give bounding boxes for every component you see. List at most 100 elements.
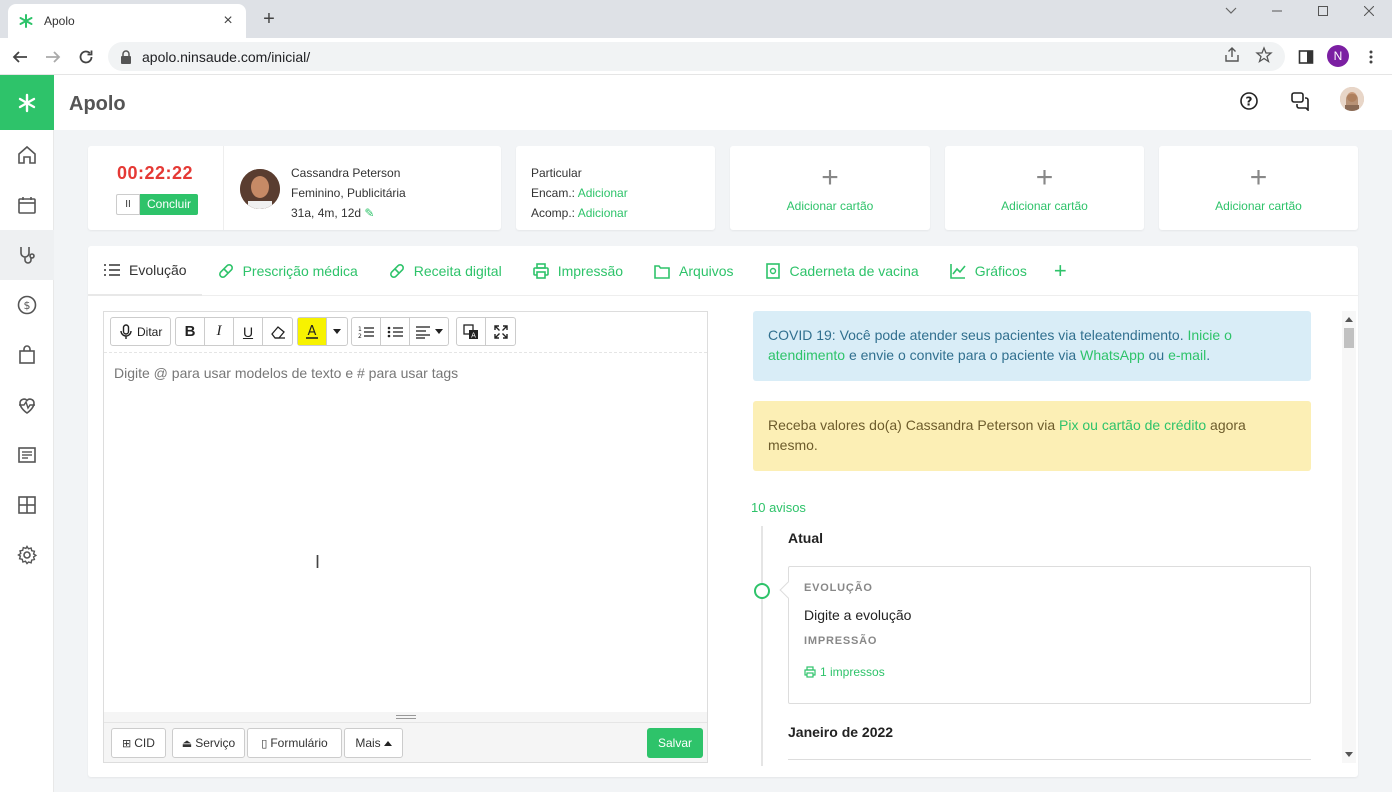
timeline-current-header: Atual bbox=[788, 530, 823, 546]
ordered-list-button[interactable]: 12 bbox=[352, 318, 381, 345]
pix-card-link[interactable]: Pix ou cartão de crédito bbox=[1059, 417, 1206, 433]
user-avatar[interactable] bbox=[1340, 87, 1364, 111]
ordered-list-icon: 12 bbox=[358, 326, 374, 339]
sidebar-item-calendar[interactable] bbox=[0, 180, 54, 230]
browser-tab-title: Apolo bbox=[44, 14, 75, 28]
list-group: 12 bbox=[351, 317, 449, 346]
highlight-dropdown-button[interactable] bbox=[327, 318, 347, 345]
pause-button[interactable]: II bbox=[116, 194, 140, 215]
tab-prescricao[interactable]: Prescrição médica bbox=[202, 246, 373, 296]
profile-avatar[interactable]: N bbox=[1327, 45, 1349, 67]
service-button[interactable]: ⏏ Serviço bbox=[172, 728, 245, 758]
underline-button[interactable]: U bbox=[234, 318, 263, 345]
add-card-label: Adicionar cartão bbox=[1215, 199, 1302, 213]
conclude-button[interactable]: Concluir bbox=[140, 194, 199, 215]
browser-tab[interactable]: Apolo × bbox=[8, 4, 246, 38]
tab-evolucao[interactable]: Evolução bbox=[88, 246, 202, 296]
scroll-thumb[interactable] bbox=[1344, 328, 1354, 348]
help-icon[interactable]: ? bbox=[1237, 89, 1261, 113]
cid-button[interactable]: ⊞ CID bbox=[111, 728, 166, 758]
address-bar[interactable]: apolo.ninsaude.com/inicial/ bbox=[108, 42, 1285, 71]
patient-name: Cassandra Peterson bbox=[291, 166, 401, 180]
maximize-icon[interactable] bbox=[1300, 0, 1346, 22]
scroll-down-arrow-icon[interactable] bbox=[1345, 752, 1353, 757]
save-button[interactable]: Salvar bbox=[647, 728, 703, 758]
timeline-entry-card[interactable]: EVOLUÇÃO Digite a evolução IMPRESSÃO 1 i… bbox=[779, 566, 1311, 704]
sidebar-item-reports[interactable] bbox=[0, 430, 54, 480]
fullscreen-button[interactable] bbox=[486, 318, 515, 345]
sidebar-item-settings[interactable] bbox=[0, 530, 54, 580]
acomp-add-link[interactable]: Adicionar bbox=[578, 206, 628, 220]
printer-icon bbox=[532, 262, 549, 279]
sidebar-item-shopping[interactable] bbox=[0, 330, 54, 380]
grid-icon bbox=[18, 496, 36, 514]
sidebar-item-consultation[interactable] bbox=[0, 230, 54, 280]
stethoscope-icon bbox=[20, 247, 35, 264]
bullet-list-button[interactable] bbox=[381, 318, 410, 345]
new-tab-button[interactable]: + bbox=[258, 8, 280, 30]
editor-resize-handle[interactable] bbox=[104, 712, 707, 722]
browser-menu-icon[interactable] bbox=[1360, 46, 1382, 68]
reload-icon[interactable] bbox=[75, 46, 97, 68]
add-card-button[interactable]: + Adicionar cartão bbox=[730, 146, 930, 230]
document-list-icon bbox=[18, 447, 36, 463]
chevron-down-icon[interactable] bbox=[1208, 0, 1254, 22]
forward-arrow-icon[interactable] bbox=[42, 46, 64, 68]
back-arrow-icon[interactable] bbox=[9, 46, 31, 68]
sidebar-item-health[interactable] bbox=[0, 380, 54, 430]
form-button[interactable]: ▯ Formulário bbox=[247, 728, 342, 758]
prints-link[interactable]: 1 impressos bbox=[804, 665, 885, 679]
tab-graficos[interactable]: Gráficos bbox=[934, 246, 1042, 296]
scroll-up-arrow-icon[interactable] bbox=[1345, 317, 1353, 322]
italic-button[interactable]: I bbox=[205, 318, 234, 345]
patient-avatar[interactable] bbox=[240, 169, 280, 209]
timeline-month-header: Janeiro de 2022 bbox=[788, 724, 894, 740]
add-tab-button[interactable]: + bbox=[1042, 258, 1079, 284]
tab-impressao[interactable]: Impressão bbox=[517, 246, 638, 296]
add-card-button[interactable]: + Adicionar cartão bbox=[945, 146, 1144, 230]
tab-caderneta-vacina[interactable]: Caderneta de vacina bbox=[749, 246, 934, 296]
sidebar-item-financial[interactable]: $ bbox=[0, 280, 54, 330]
highlight-group: A bbox=[297, 317, 348, 346]
minimize-icon[interactable] bbox=[1254, 0, 1300, 22]
align-dropdown-button[interactable] bbox=[410, 318, 448, 345]
svg-text:2: 2 bbox=[358, 333, 362, 339]
close-tab-icon[interactable]: × bbox=[220, 12, 236, 30]
edit-pencil-icon[interactable]: ✎ bbox=[364, 206, 374, 220]
more-dropdown-button[interactable]: Mais bbox=[344, 728, 403, 758]
timeline-divider bbox=[788, 759, 1311, 760]
add-card-button[interactable]: + Adicionar cartão bbox=[1159, 146, 1358, 230]
whatsapp-link[interactable]: WhatsApp bbox=[1080, 347, 1145, 363]
lock-icon bbox=[121, 49, 131, 64]
tab-arquivos[interactable]: Arquivos bbox=[638, 246, 748, 296]
app-logo[interactable] bbox=[0, 75, 54, 130]
share-icon[interactable] bbox=[1223, 46, 1241, 67]
translate-button[interactable]: A bbox=[457, 318, 486, 345]
highlight-color-button[interactable]: A bbox=[298, 318, 327, 345]
sidebar-item-home[interactable] bbox=[0, 130, 54, 180]
add-card-label: Adicionar cartão bbox=[786, 199, 874, 213]
text-cursor-icon: I bbox=[315, 552, 321, 572]
bold-button[interactable]: B bbox=[176, 318, 205, 345]
dictate-button[interactable]: Ditar bbox=[111, 318, 170, 345]
chat-icon[interactable] bbox=[1288, 89, 1312, 113]
window-close-icon[interactable] bbox=[1346, 0, 1392, 22]
side-panel-icon[interactable] bbox=[1295, 46, 1317, 68]
eraser-button[interactable] bbox=[263, 318, 292, 345]
bullet-list-icon bbox=[387, 326, 403, 337]
evolution-editor: Ditar B I U A 12 A Digite @ para usar mo… bbox=[103, 311, 708, 763]
editor-placeholder[interactable]: Digite @ para usar modelos de texto e # … bbox=[114, 365, 458, 381]
tab-receita-digital[interactable]: Receita digital bbox=[373, 246, 517, 296]
bookmark-star-icon[interactable] bbox=[1255, 46, 1273, 67]
home-icon bbox=[18, 145, 36, 164]
email-link[interactable]: e-mail bbox=[1168, 347, 1206, 363]
evolution-section-label: EVOLUÇÃO bbox=[804, 582, 873, 594]
notices-count-link[interactable]: 10 avisos bbox=[751, 500, 806, 515]
tab-label: Prescrição médica bbox=[242, 262, 358, 279]
encam-add-link[interactable]: Adicionar bbox=[578, 186, 628, 200]
svg-text:?: ? bbox=[1246, 95, 1253, 109]
sidebar-item-dashboard[interactable] bbox=[0, 480, 54, 530]
panel-scrollbar[interactable] bbox=[1342, 311, 1356, 763]
editor-toolbar: Ditar B I U A 12 A bbox=[104, 312, 707, 353]
apolo-favicon-icon bbox=[19, 14, 33, 28]
